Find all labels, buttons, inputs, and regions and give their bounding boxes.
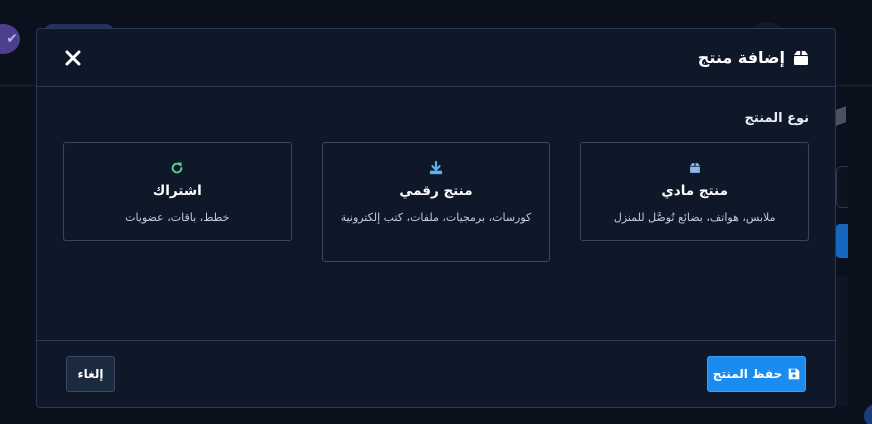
background-shape xyxy=(836,106,846,126)
option-title: منتج مادي xyxy=(661,183,728,199)
option-title: منتج رقمي xyxy=(399,183,473,199)
refresh-icon xyxy=(74,159,281,177)
option-description: خطط، باقات، عضويات xyxy=(125,211,230,224)
option-physical-product[interactable]: منتج مادي ملابس، هواتف، بضائع تُوصَّل لل… xyxy=(580,142,809,241)
modal-title-group: إضافة منتج xyxy=(698,48,811,68)
box-icon xyxy=(591,159,798,177)
modal-header: إضافة منتج xyxy=(37,29,835,87)
option-title: اشتراك xyxy=(152,183,202,199)
option-description: ملابس، هواتف، بضائع تُوصَّل للمنزل xyxy=(613,211,776,224)
save-product-button[interactable]: حفظ المنتج xyxy=(707,356,806,392)
background-check-badge: ✔ xyxy=(0,24,20,54)
box-icon xyxy=(791,48,811,68)
cancel-button[interactable]: إلغاء xyxy=(66,356,115,392)
background-input xyxy=(836,166,848,208)
product-type-options: منتج مادي ملابس، هواتف، بضائع تُوصَّل لل… xyxy=(62,142,809,262)
option-description: كورسات، برمجيات، ملفات، كتب إلكترونية xyxy=(340,211,532,224)
option-subscription[interactable]: اشتراك خطط، باقات، عضويات xyxy=(62,142,292,241)
close-icon xyxy=(65,50,81,65)
modal-title: إضافة منتج xyxy=(697,48,785,67)
download-icon xyxy=(333,159,540,177)
product-type-label: نوع المنتج xyxy=(744,111,809,126)
add-product-modal: إضافة منتج نوع المنتج منتج مادي ملابس، ه… xyxy=(36,28,836,408)
modal-body: نوع المنتج منتج مادي ملابس، هواتف، بضائع… xyxy=(37,87,835,341)
close-button[interactable] xyxy=(61,46,85,70)
background-button xyxy=(836,224,848,258)
option-digital-product[interactable]: منتج رقمي كورسات، برمجيات، ملفات، كتب إل… xyxy=(321,142,551,262)
background-fab xyxy=(864,404,872,424)
modal-footer: حفظ المنتج إلغاء xyxy=(37,340,835,407)
save-icon xyxy=(788,368,800,380)
save-button-label: حفظ المنتج xyxy=(712,367,783,381)
